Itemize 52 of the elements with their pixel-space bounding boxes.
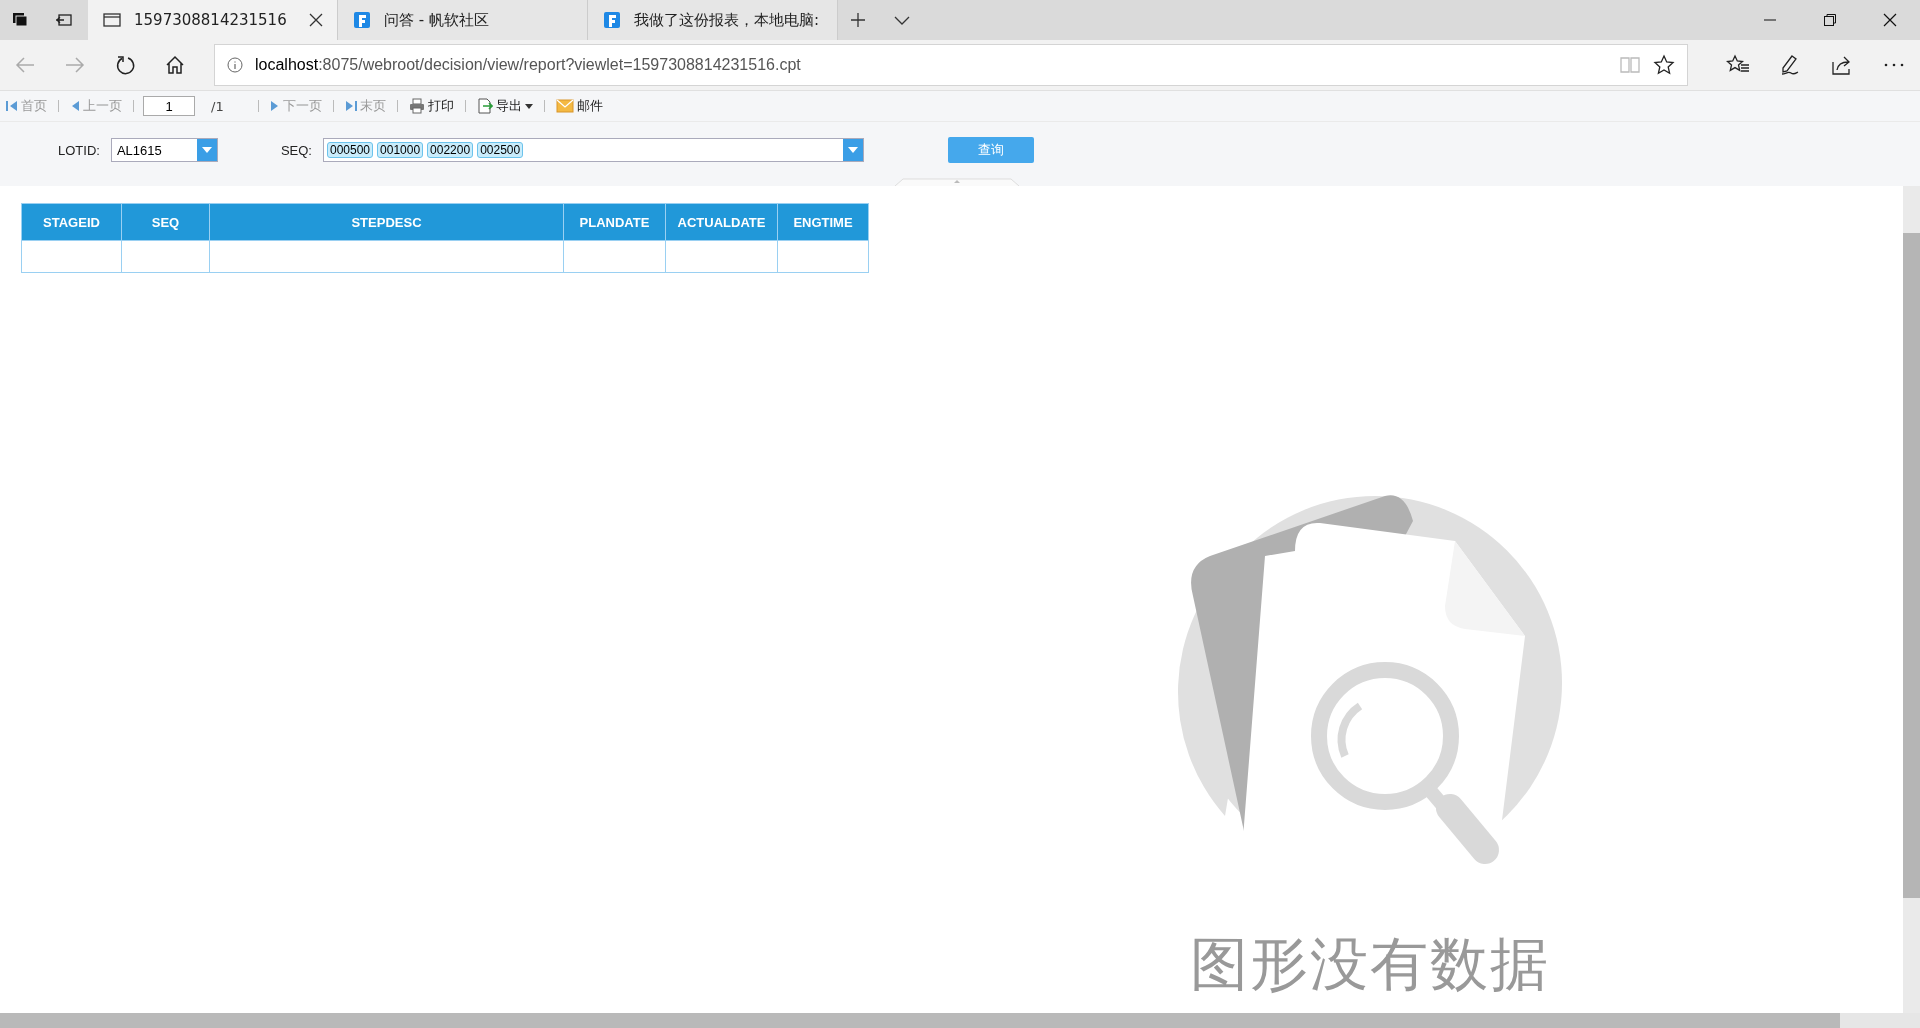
collapse-handle-icon[interactable] — [895, 178, 1019, 186]
browser-tab[interactable]: 1597308814231516 — [88, 0, 338, 40]
tab-title: 1597308814231516 — [134, 11, 288, 29]
envelope-icon — [555, 99, 574, 113]
seq-tag[interactable]: 000500 — [327, 142, 374, 158]
toolbar-button[interactable]: 打印 — [406, 97, 456, 115]
star-icon[interactable] — [1653, 54, 1675, 76]
site-logo-icon — [602, 10, 622, 30]
horizontal-scrollbar[interactable] — [0, 1013, 1920, 1028]
site-logo-icon — [352, 10, 372, 30]
column-header: ACTUALDATE — [665, 203, 778, 241]
seq-tag[interactable]: 001000 — [377, 142, 424, 158]
column-header: STEPDESC — [209, 203, 564, 241]
seq-tag[interactable]: 002500 — [477, 142, 524, 158]
page-icon — [102, 10, 122, 30]
url-text: localhost:8075/webroot/decision/view/report?viewlet=1597308814231516.cpt — [255, 56, 801, 74]
close-icon[interactable] — [309, 13, 323, 27]
browser-tab[interactable]: 问答 - 帆软社区 — [338, 0, 588, 40]
close-icon[interactable] — [1883, 13, 1897, 27]
triangle-left-icon — [70, 100, 80, 112]
column-header: ENGTIME — [777, 203, 869, 241]
new-tab-icon[interactable] — [848, 10, 868, 30]
address-field[interactable]: localhost:8075/webroot/decision/view/report?viewlet=1597308814231516.cpt — [214, 44, 1688, 86]
column-header: STAGEID — [21, 203, 122, 241]
home-icon[interactable] — [164, 54, 186, 76]
last-page-icon — [344, 100, 357, 112]
seq-tag[interactable]: 002200 — [427, 142, 474, 158]
triangle-right-icon — [269, 100, 280, 112]
info-icon — [227, 57, 243, 73]
page-number-field[interactable]: 1 — [143, 96, 195, 116]
seq-label: SEQ: — [280, 142, 312, 158]
no-data-message: 图形没有数据 — [1190, 929, 1550, 1000]
toolbar-button[interactable]: 邮件 — [553, 97, 605, 115]
column-header: SEQ — [121, 203, 210, 241]
vertical-scrollbar[interactable] — [1903, 186, 1920, 1013]
caret-icon — [848, 147, 858, 153]
printer-icon — [408, 98, 425, 114]
caret-icon — [524, 103, 533, 109]
tab-title: 问答 - 帆软社区 — [384, 10, 490, 30]
lotid-label: LOTID: — [58, 142, 100, 158]
browser-tab[interactable]: 我做了这份报表，本地电脑: — [588, 0, 838, 40]
first-page-icon — [6, 100, 18, 112]
toolbar-button[interactable]: 导出 — [474, 97, 535, 115]
caret-icon — [201, 147, 212, 153]
lotid-dropdown[interactable]: AL1615 — [110, 138, 218, 162]
column-header: PLANDATE — [563, 203, 666, 241]
page-total: /1 — [211, 98, 224, 114]
tab-title: 我做了这份报表，本地电脑: — [634, 10, 821, 30]
refresh-icon[interactable] — [114, 54, 136, 76]
export-icon — [476, 98, 493, 114]
seq-multiselect[interactable]: 000500 001000 002200 002500 — [323, 138, 864, 162]
restore-icon[interactable] — [1823, 13, 1837, 27]
